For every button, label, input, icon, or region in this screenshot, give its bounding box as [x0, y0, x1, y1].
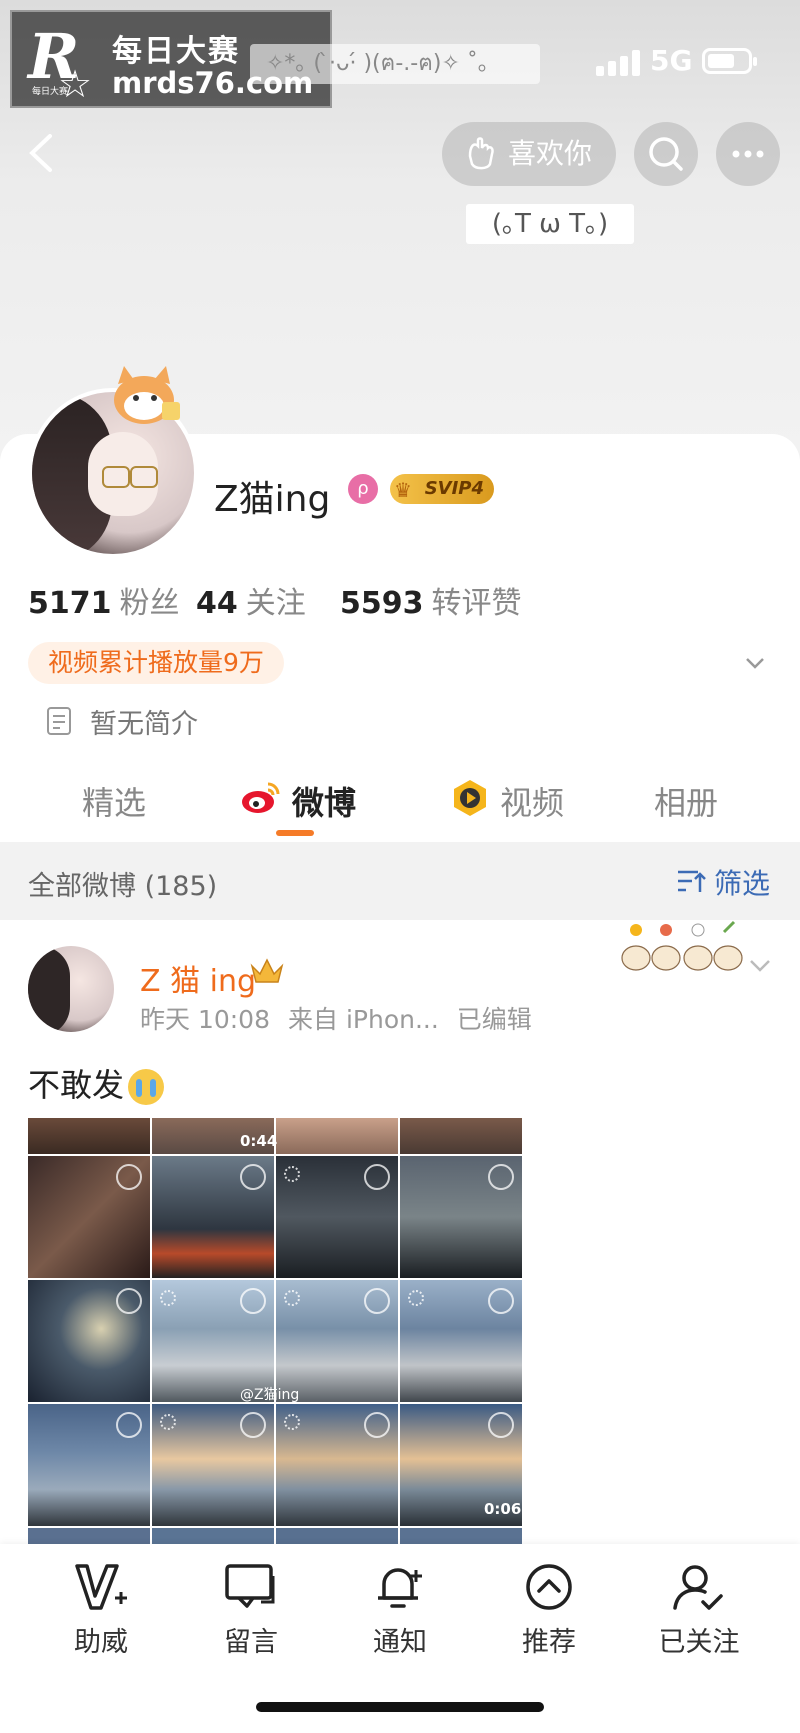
- user-check-icon: [673, 1565, 723, 1610]
- more-button[interactable]: [716, 122, 780, 186]
- status-kaomoji-banner: ✧*｡ ( ̀·ᴗ·́ )(ฅ-.-ฅ)✧ ˚｡: [250, 44, 540, 84]
- chevron-left-icon: [29, 134, 52, 172]
- grid-thumb[interactable]: [28, 1280, 150, 1402]
- grid-thumb[interactable]: [400, 1280, 522, 1402]
- bell-plus-icon: [378, 1568, 422, 1608]
- active-tab-indicator: [276, 830, 314, 836]
- grid-thumb[interactable]: [276, 1404, 398, 1526]
- home-indicator: [256, 1702, 544, 1712]
- video-duration-1: 0:44: [240, 1132, 278, 1150]
- crying-emoji-icon: [128, 1069, 165, 1105]
- followed-button[interactable]: 已关注: [644, 1562, 754, 1659]
- tab-featured[interactable]: 精选: [82, 778, 146, 824]
- post-menu-chevron-icon[interactable]: [748, 956, 772, 976]
- signal-icon: [596, 50, 640, 76]
- watermark-small-text: 每日大赛: [32, 87, 69, 97]
- post-image-grid[interactable]: 0:44 0:06: [28, 1118, 522, 1544]
- back-button[interactable]: [22, 128, 62, 178]
- like-button-label: 喜欢你: [508, 137, 593, 170]
- post-author-name[interactable]: Z 猫 ing: [140, 956, 256, 1000]
- more-dots-icon: [732, 150, 764, 158]
- document-icon: [47, 707, 71, 735]
- notify-button[interactable]: 通知: [345, 1562, 455, 1659]
- hand-heart-icon: [468, 137, 494, 170]
- support-button[interactable]: 助威: [46, 1562, 156, 1659]
- member-badge-icon[interactable]: ρ: [348, 474, 378, 504]
- search-button[interactable]: [634, 122, 698, 186]
- post-author-avatar[interactable]: [28, 946, 114, 1032]
- watermark-title: 每日大赛: [112, 34, 240, 69]
- stat-interactions[interactable]: 5593 转评赞: [340, 578, 522, 622]
- grid-thumb[interactable]: [152, 1156, 274, 1278]
- recommend-button[interactable]: 推荐: [494, 1562, 604, 1659]
- image-watermark: @Z猫ing: [240, 1387, 300, 1403]
- grid-thumb[interactable]: [28, 1404, 150, 1526]
- grid-thumb[interactable]: [400, 1156, 522, 1278]
- grid-thumb[interactable]: [276, 1156, 398, 1278]
- battery-icon: [702, 48, 757, 74]
- post-text: 不敢发: [28, 1060, 165, 1106]
- grid-thumb[interactable]: [28, 1156, 150, 1278]
- post-edited-flag: 已编辑: [456, 1005, 532, 1034]
- chevron-up-circle-icon: [526, 1564, 572, 1610]
- profile-kaomoji-tag: (｡T ω T｡): [466, 204, 634, 244]
- svip-badge[interactable]: ♛ SVIP4: [390, 474, 494, 504]
- support-v-icon: [75, 1564, 127, 1610]
- filter-sort-icon: [678, 870, 706, 892]
- video-play-count-pill[interactable]: 视频累计播放量9万: [28, 642, 284, 684]
- post-time: 昨天 10:08: [140, 1005, 270, 1034]
- stat-followers[interactable]: 5171 粉丝: [28, 578, 180, 622]
- weibo-logo-icon: [242, 782, 280, 813]
- like-button[interactable]: 喜欢你: [442, 122, 616, 186]
- video-duration-2: 0:06: [484, 1500, 522, 1518]
- video-play-icon: [454, 780, 486, 816]
- message-button[interactable]: 留言: [196, 1562, 306, 1659]
- all-posts-count: 全部微博 (185): [28, 871, 218, 902]
- profile-username: Z猫ing: [214, 479, 331, 520]
- grid-thumb[interactable]: [152, 1404, 274, 1526]
- cat-sticker-icon: [114, 366, 180, 424]
- vip-crown-icon: [250, 958, 284, 983]
- tab-video[interactable]: 视频: [500, 778, 564, 824]
- tab-album[interactable]: 相册: [654, 778, 718, 824]
- cat-stickers-icon: [621, 920, 743, 971]
- stat-following[interactable]: 44 关注: [196, 578, 306, 622]
- post-meta: 昨天 10:08 来自 iPhon... 已编辑: [140, 1000, 550, 1036]
- search-icon: [649, 137, 683, 171]
- crown-icon: ♛: [394, 478, 412, 502]
- filter-bar: 全部微博 (185) 筛选: [0, 842, 800, 920]
- chevron-down-icon[interactable]: [744, 652, 766, 674]
- message-icon: [225, 1564, 275, 1608]
- network-label: 5G: [650, 44, 693, 77]
- post-source: 来自 iPhon...: [288, 1005, 439, 1034]
- tab-weibo[interactable]: 微博: [292, 778, 356, 824]
